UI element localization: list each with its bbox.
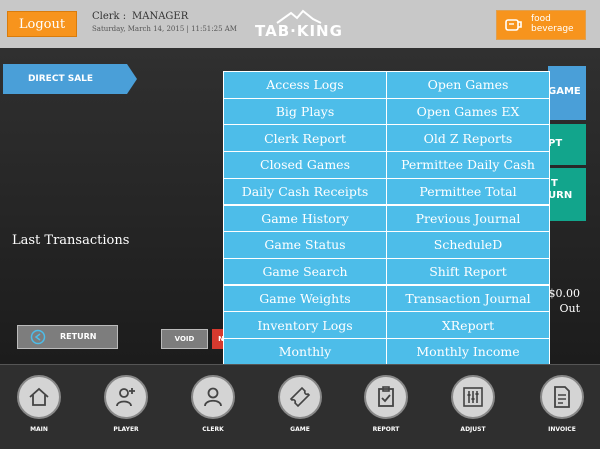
nav-invoice[interactable]: INVOICE [531, 375, 591, 445]
food-beverage-label: food beverage [531, 14, 574, 34]
game-button-label: GAME [548, 86, 581, 97]
menu-item-old-z-reports[interactable]: Old Z Reports [387, 125, 549, 151]
menu-item-permittee-total[interactable]: Permittee Total [387, 178, 549, 205]
direct-sale-button[interactable]: DIRECT SALE [3, 64, 137, 94]
menu-item-transaction-journal[interactable]: Transaction Journal [387, 285, 549, 312]
datetime: Saturday, March 14, 2015 | 11:51:25 AM [92, 25, 237, 33]
return-ticket-line2: URN [548, 190, 573, 201]
return-button[interactable]: RETURN [17, 325, 118, 349]
menu-item-game-status[interactable]: Game Status [224, 232, 386, 258]
menu-item-big-plays[interactable]: Big Plays [224, 98, 386, 125]
add-user-icon [116, 388, 135, 407]
receipt-button-label: PT [548, 138, 563, 149]
nav-label: MAIN [30, 426, 48, 433]
nav-circle [451, 375, 495, 419]
bottom-nav: MAIN PLAYER CLERK GAME REPORT ADJUST INVOICE [0, 364, 600, 449]
menu-item-daily-cash-receipts[interactable]: Daily Cash Receipts [224, 178, 386, 205]
nav-report[interactable]: REPORT [355, 375, 415, 445]
menu-item-inventory-logs[interactable]: Inventory Logs [224, 312, 386, 338]
nav-label: CLERK [202, 426, 224, 433]
nav-label: ADJUST [460, 426, 486, 433]
nav-main[interactable]: MAIN [8, 375, 68, 445]
clerk-info: Clerk : MANAGER Saturday, March 14, 2015 … [92, 11, 237, 33]
nav-circle [540, 375, 584, 419]
game-button[interactable]: GAME [548, 66, 586, 120]
tabking-logo: TAB·KING [247, 9, 351, 40]
clerk-label: Clerk : [92, 11, 127, 22]
menu-item-access-logs[interactable]: Access Logs [224, 72, 386, 98]
menu-item-clerk-report[interactable]: Clerk Report [224, 125, 386, 151]
menu-item-game-history[interactable]: Game History [224, 205, 386, 231]
return-arrow-icon [30, 329, 46, 345]
menu-item-shift-report[interactable]: Shift Report [387, 258, 549, 285]
ticket-icon [289, 386, 311, 408]
nav-label: GAME [290, 426, 310, 433]
nav-circle [278, 375, 322, 419]
nav-circle [364, 375, 408, 419]
void-button[interactable]: VOID [161, 329, 208, 349]
nav-adjust[interactable]: ADJUST [442, 375, 502, 445]
return-label: RETURN [60, 332, 97, 341]
menu-item-open-games[interactable]: Open Games [387, 72, 549, 98]
user-icon [204, 387, 222, 407]
menu-item-monthly[interactable]: Monthly [224, 339, 386, 365]
receipt-button[interactable]: PT [548, 124, 586, 165]
header-bar: Logout Clerk : MANAGER Saturday, March 14… [0, 0, 600, 48]
home-icon [29, 387, 49, 406]
menu-item-scheduled[interactable]: ScheduleD [387, 232, 549, 258]
nav-clerk[interactable]: CLERK [182, 375, 242, 445]
logo-text: TAB·KING [255, 22, 343, 40]
nav-label: REPORT [372, 426, 400, 433]
nav-label: PLAYER [113, 426, 139, 433]
sliders-icon [463, 387, 483, 407]
menu-item-open-games-ex[interactable]: Open Games EX [387, 98, 549, 125]
logout-button[interactable]: Logout [7, 11, 77, 37]
beverage-label: beverage [531, 24, 574, 34]
nav-game[interactable]: GAME [269, 375, 329, 445]
menu-item-monthly-income[interactable]: Monthly Income [387, 339, 549, 365]
clerk-name: MANAGER [132, 11, 189, 22]
nav-label: INVOICE [548, 426, 576, 433]
nav-circle [104, 375, 148, 419]
return-ticket-button[interactable]: T URN [548, 168, 586, 221]
menu-item-permittee-daily-cash[interactable]: Permittee Daily Cash [387, 152, 549, 178]
direct-sale-label: DIRECT SALE [27, 74, 94, 84]
menu-item-closed-games[interactable]: Closed Games [224, 152, 386, 178]
nav-circle [191, 375, 235, 419]
nav-circle [17, 375, 61, 419]
reports-dropdown-menu: Access Logs Big Plays Clerk Report Closed G… [223, 71, 550, 365]
menu-item-game-search[interactable]: Game Search [224, 258, 386, 285]
nav-player[interactable]: PLAYER [95, 375, 155, 445]
menu-item-previous-journal[interactable]: Previous Journal [387, 205, 549, 231]
food-label: food [531, 14, 551, 24]
menu-item-xreport[interactable]: XReport [387, 312, 549, 338]
clipboard-check-icon [378, 386, 394, 407]
document-icon [554, 386, 570, 408]
menu-item-game-weights[interactable]: Game Weights [224, 285, 386, 312]
last-transactions-heading: Last Transactions [12, 233, 130, 248]
return-ticket-line1: T [551, 178, 558, 189]
cup-icon [505, 19, 522, 31]
food-beverage-button[interactable]: food beverage [496, 10, 586, 40]
